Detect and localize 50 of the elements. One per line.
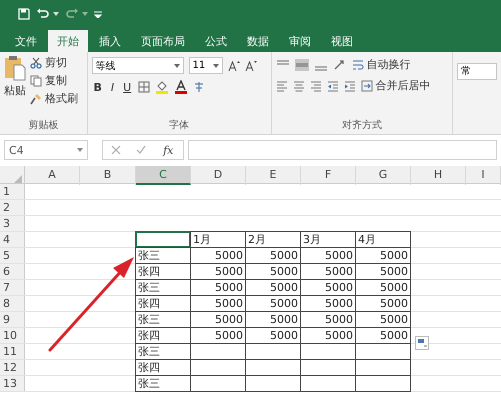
font-name-field[interactable]: 等线 (92, 57, 184, 74)
insert-function-button[interactable]: fx (161, 144, 176, 156)
merge-center-button[interactable]: 合并后居中 (360, 78, 431, 93)
column-header[interactable]: F (301, 166, 356, 185)
ribbon-tab[interactable]: 页面布局 (132, 30, 194, 52)
ribbon-tab[interactable]: 文件 (6, 30, 46, 52)
ribbon-tab[interactable]: 开始 (48, 30, 88, 52)
column-header[interactable]: H (411, 166, 466, 185)
column-header[interactable]: G (356, 166, 411, 185)
column-header[interactable]: C (136, 166, 191, 185)
ribbon-tab[interactable]: 审阅 (280, 30, 320, 52)
group-label: 剪贴板 (27, 118, 60, 133)
row-header[interactable]: 8 (0, 296, 25, 311)
ribbon-tab[interactable]: 公式 (196, 30, 236, 52)
row-header[interactable]: 11 (0, 344, 25, 359)
group-label: 对齐方式 (340, 118, 383, 133)
copy-button[interactable]: 复制 (30, 73, 78, 88)
row-header[interactable]: 5 (0, 248, 25, 263)
row-header[interactable]: 9 (0, 312, 25, 327)
cut-button[interactable]: 剪切 (30, 55, 78, 70)
table-cell: 张三 (135, 375, 191, 392)
underline-button[interactable]: U (121, 80, 134, 94)
row-header[interactable]: 13 (0, 376, 25, 391)
ribbon-tab[interactable]: 插入 (90, 30, 130, 52)
row-header[interactable]: 1 (0, 184, 25, 199)
ribbon-tab[interactable]: 数据 (238, 30, 278, 52)
row-header[interactable]: 4 (0, 232, 25, 247)
column-header[interactable]: E (246, 166, 301, 185)
column-header[interactable]: I (466, 166, 501, 185)
name-box[interactable]: C4 (4, 140, 88, 160)
number-format-field[interactable]: 常 (457, 63, 497, 80)
group-label: 字体 (168, 118, 190, 133)
row-header[interactable]: 6 (0, 264, 25, 279)
row-header[interactable]: 2 (0, 200, 25, 215)
bold-button[interactable]: B (92, 80, 104, 94)
row-header[interactable]: 10 (0, 328, 25, 343)
row-header[interactable]: 7 (0, 280, 25, 295)
italic-button[interactable]: I (108, 80, 116, 94)
paste-button[interactable]: 粘贴 (4, 55, 26, 118)
column-header[interactable]: D (191, 166, 246, 185)
row-header[interactable]: 12 (0, 360, 25, 375)
table-cell: 1月 (190, 231, 246, 248)
table-cell: 4月 (355, 231, 411, 248)
row-header[interactable]: 3 (0, 216, 25, 231)
table-cell: 张三 (135, 247, 191, 264)
wrap-text-button[interactable]: 自动换行 (352, 57, 411, 72)
column-header[interactable]: A (25, 166, 80, 185)
font-size-field[interactable]: 11 (188, 57, 222, 74)
ribbon-tab[interactable]: 视图 (322, 30, 362, 52)
format-painter-button[interactable]: 格式刷 (30, 91, 78, 106)
